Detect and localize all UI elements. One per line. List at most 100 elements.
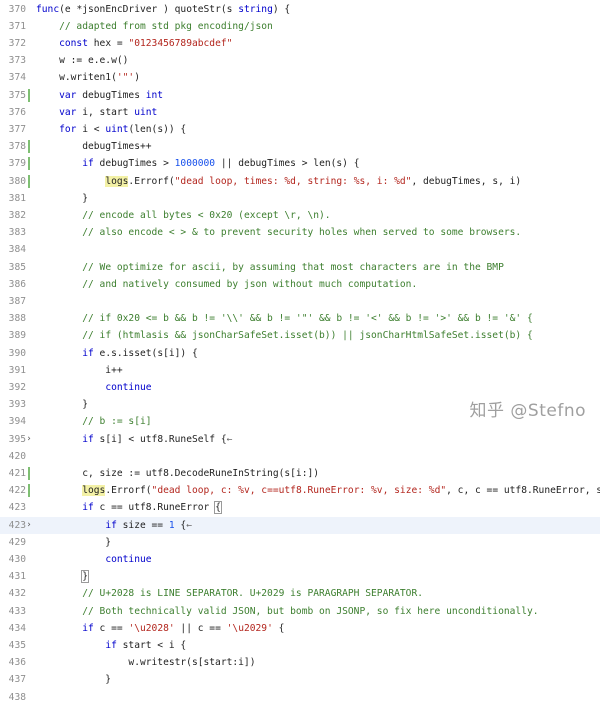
code-text: // Both technically valid JSON, but bomb… [36,603,538,620]
code-line[interactable]: 430 continue [0,551,600,568]
code-text: continue [36,551,152,568]
code-editor[interactable]: 370 func(e *jsonEncDriver ) quoteStr(s st… [0,0,600,703]
line-number: 374 [8,72,26,84]
code-line[interactable]: 423 if c == utf8.RuneError { [0,499,600,516]
code-token: func [36,3,60,15]
code-line[interactable]: 385 // We optimize for ascii, by assumin… [0,259,600,276]
code-line[interactable]: 423 › if size == 1 {← [0,516,600,534]
modified-line-marker [28,484,30,498]
code-line[interactable]: 378 debugTimes++ [0,138,600,155]
code-line[interactable]: 375 var debugTimes int [0,87,600,104]
fold-chevron-icon[interactable]: › [24,431,34,448]
code-token: len [313,158,331,170]
code-token: c, size := utf8.DecodeRuneInString(s[i:]… [36,467,320,479]
code-text: i++ [36,362,122,379]
code-token: , c, c == utf8.RuneError, size) [446,485,600,497]
code-line[interactable]: 376 var i, start uint [0,104,600,121]
line-number: 420 [8,450,26,462]
code-token: e *jsonEncDriver [64,3,158,15]
code-text: if size == 1 {← [36,517,192,534]
line-number: 421 [8,467,26,479]
code-line[interactable]: 388 // if 0x20 <= b && b != '\\' && b !=… [0,310,600,327]
code-token: // U+2028 is LINE SEPARATOR. U+2029 is P… [82,588,423,600]
fold-placeholder[interactable]: ← [186,520,192,531]
code-line[interactable]: 437 } [0,671,600,688]
code-line[interactable]: 374 w.writen1('"') [0,69,600,86]
code-text: c, size := utf8.DecodeRuneInString(s[i:]… [36,465,319,482]
code-token: { [174,519,187,531]
code-line[interactable]: 379 if debugTimes > 1000000 || debugTime… [0,155,600,172]
code-line[interactable]: 373 w := e.e.w() [0,52,600,69]
fold-chevron-icon[interactable]: › [24,517,34,534]
code-token: w := e.e.w() [36,55,129,67]
line-number: 376 [8,106,26,118]
line-number: 423 [8,502,26,514]
code-line[interactable]: 380 logs.Errorf("dead loop, times: %d, s… [0,173,600,190]
modified-line-marker [28,88,30,102]
code-line[interactable]: 395 › if s[i] < utf8.RuneSelf {← [0,431,600,448]
code-line[interactable]: 392 continue [0,379,600,396]
code-line[interactable]: 383 // also encode < > & to prevent secu… [0,224,600,241]
code-line[interactable]: 421 c, size := utf8.DecodeRuneInString(s… [0,465,600,482]
code-token: i < [76,123,106,135]
code-token: quoteStr [174,3,221,15]
code-token: uint [134,106,158,118]
code-line[interactable]: 420 [0,448,600,465]
fold-placeholder[interactable]: ← [227,434,233,445]
code-line[interactable]: 381 } [0,190,600,207]
code-line[interactable]: 429 } [0,534,600,551]
modified-line-marker [28,174,30,188]
code-line[interactable]: 438 [0,689,600,706]
code-line[interactable]: 435 if start < i { [0,637,600,654]
code-line[interactable]: 371 // adapted from std pkg encoding/jso… [0,18,600,35]
line-number: 423 [8,519,26,531]
code-text: func(e *jsonEncDriver ) quoteStr(s strin… [36,1,290,18]
line-number: 435 [8,639,26,651]
line-number: 381 [8,192,26,204]
code-line[interactable]: 377 for i < uint(len(s)) { [0,121,600,138]
line-number: 436 [8,657,26,669]
code-text: } [36,671,111,688]
code-line[interactable]: 434 if c == '\u2028' || c == '\u2029' { [0,620,600,637]
code-line[interactable]: 391 i++ [0,362,600,379]
code-line[interactable]: 389 // if (htmlasis && jsonCharSafeSet.i… [0,327,600,344]
code-token: uint [105,123,129,135]
code-token: // adapted from std pkg encoding/json [59,20,273,32]
code-token: c == [93,622,129,634]
code-line[interactable]: 432 // U+2028 is LINE SEPARATOR. U+2029 … [0,585,600,602]
code-line[interactable]: 433 // Both technically valid JSON, but … [0,603,600,620]
code-token: string [238,3,273,15]
code-token: size == [116,519,169,531]
code-line[interactable]: 386 // and natively consumed by json wit… [0,276,600,293]
code-token: // encode all bytes < 0x20 (except \r, \… [82,209,331,221]
code-token: e.s.isset(s[i]) { [93,347,198,359]
line-number: 375 [8,89,26,101]
code-token: .Errorf( [105,485,152,497]
code-line[interactable]: 382 // encode all bytes < 0x20 (except \… [0,207,600,224]
line-number: 389 [8,330,26,342]
code-line[interactable]: 372 const hex = "0123456789abcdef" [0,35,600,52]
code-line[interactable]: 431 } [0,568,600,585]
code-text: if debugTimes > 1000000 || debugTimes > … [36,155,359,172]
code-line[interactable]: 422 logs.Errorf("dead loop, c: %v, c==ut… [0,482,600,499]
line-number: 391 [8,364,26,376]
code-line[interactable]: 384 [0,241,600,258]
line-number: 432 [8,588,26,600]
code-line[interactable]: 436 w.writestr(s[start:i]) [0,654,600,671]
code-line[interactable]: 370 func(e *jsonEncDriver ) quoteStr(s st… [0,1,600,18]
code-token: // if (htmlasis && jsonCharSafeSet.isset… [82,330,533,342]
code-text: if c == '\u2028' || c == '\u2029' { [36,620,284,637]
line-number: 383 [8,227,26,239]
code-token: continue [105,553,152,565]
modified-line-marker [28,157,30,171]
code-line[interactable]: 387 [0,293,600,310]
code-line[interactable]: 390 if e.s.isset(s[i]) { [0,345,600,362]
